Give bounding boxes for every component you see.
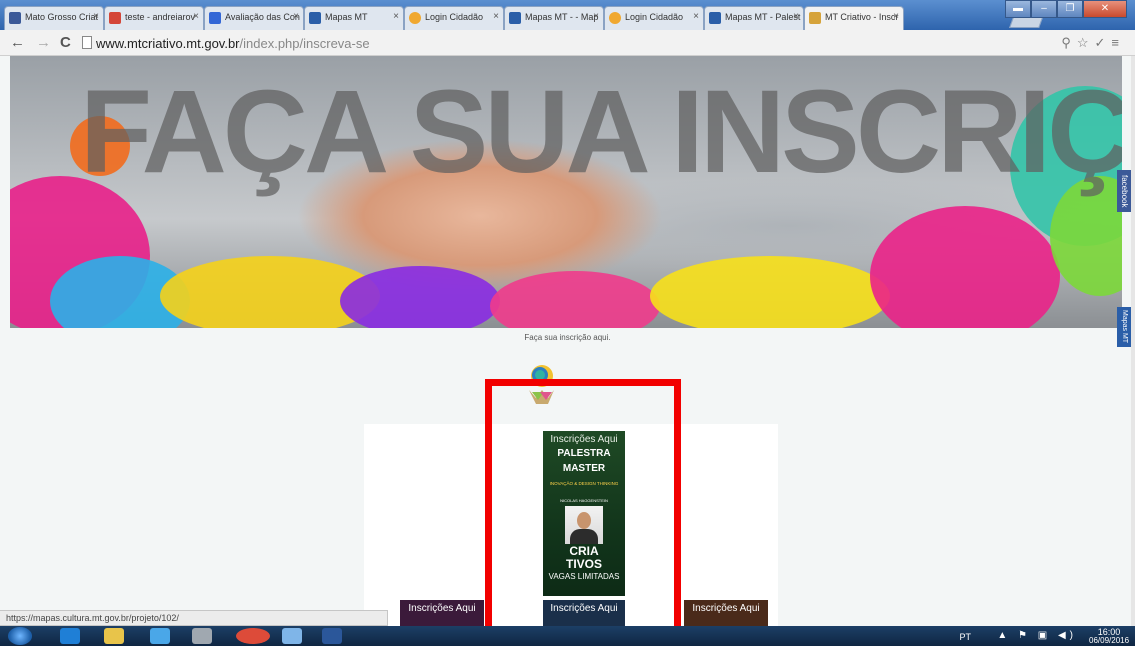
tab-gmail[interactable]: teste - andreiarov ×: [104, 6, 204, 30]
gmail-icon: [109, 12, 121, 24]
tab-title: teste - andreiarov: [125, 12, 196, 22]
card-label: Inscrições Aqui: [692, 603, 760, 614]
browser-tab-bar: Mato Grosso Criat × teste - andreiarov ×…: [0, 0, 1135, 30]
close-icon[interactable]: ×: [893, 11, 899, 22]
tray-icons[interactable]: ▲ ⚑ ▣ ◀): [997, 630, 1077, 641]
hero-banner: FAÇA SUA INSCRIÇÃO: [10, 56, 1122, 328]
tab-title: MT Criativo - Inscr: [825, 12, 899, 22]
close-icon[interactable]: ×: [693, 11, 699, 22]
tab-mapas-mt-map[interactable]: Mapas MT - - Map ×: [504, 6, 604, 30]
paint-splash: [490, 271, 660, 328]
restore-button[interactable]: ❐: [1057, 0, 1083, 18]
paint-splash: [650, 256, 890, 328]
back-button[interactable]: ←: [10, 34, 25, 51]
close-icon[interactable]: ×: [193, 11, 199, 22]
windows-taskbar: PT ▲ ⚑ ▣ ◀) 16:00 06/09/2016: [0, 626, 1135, 646]
mapas-icon: [709, 12, 721, 24]
file-explorer-icon[interactable]: [104, 628, 124, 644]
window-controls: ▬ – ❐ ✕: [1005, 0, 1127, 20]
tab-mapas-mt-palestra[interactable]: Mapas MT - Palest ×: [704, 6, 804, 30]
tab-mato-grosso-criativo[interactable]: Mato Grosso Criat ×: [4, 6, 104, 30]
mapas-icon: [509, 12, 521, 24]
highlight-box: [485, 379, 681, 646]
tab-title: Mapas MT - - Map: [525, 12, 599, 22]
tab-login-cidadao-2[interactable]: Login Cidadão ×: [604, 6, 704, 30]
card-label: Inscrições Aqui: [408, 603, 476, 614]
tab-mt-criativo-active[interactable]: MT Criativo - Inscr ×: [804, 6, 904, 30]
url-path: /index.php/inscreva-se: [239, 36, 370, 51]
close-icon[interactable]: ×: [393, 11, 399, 22]
tab-title: Login Cidadão: [625, 12, 684, 22]
clock-date[interactable]: 06/09/2016: [1089, 636, 1129, 645]
reload-button[interactable]: C: [60, 34, 71, 51]
tab-title: Mapas MT: [325, 12, 368, 22]
mt-criativo-icon: [809, 12, 821, 24]
status-bar-url: https://mapas.cultura.mt.gov.br/projeto/…: [0, 610, 388, 626]
inscricoes-card-3[interactable]: Inscrições Aqui: [684, 600, 768, 626]
minimize-button[interactable]: –: [1031, 0, 1057, 18]
close-icon[interactable]: ×: [593, 11, 599, 22]
page-icon: [82, 36, 92, 49]
browser-toolbar: ← → C www.mtcriativo.mt.gov.br/index.php…: [0, 30, 1135, 56]
start-button[interactable]: [8, 627, 32, 645]
facebook-icon: [9, 12, 21, 24]
chrome-icon[interactable]: [236, 628, 270, 644]
close-icon[interactable]: ×: [793, 11, 799, 22]
paint-splash: [870, 206, 1060, 328]
paint-splash: [340, 266, 500, 328]
internet-explorer-icon[interactable]: [60, 628, 80, 644]
forms-icon: [209, 12, 221, 24]
forward-button[interactable]: →: [36, 34, 51, 51]
paint-icon[interactable]: [282, 628, 302, 644]
close-icon[interactable]: ×: [493, 11, 499, 22]
tab-title: Mapas MT - Palest: [725, 12, 801, 22]
language-indicator[interactable]: PT: [959, 632, 971, 642]
tab-title: Login Cidadão: [425, 12, 484, 22]
page-caption: Faça sua inscrição aqui.: [524, 333, 611, 342]
banner-title: FAÇA SUA INSCRIÇÃO: [80, 66, 1122, 198]
tab-mapas-mt[interactable]: Mapas MT ×: [304, 6, 404, 30]
user-icon[interactable]: ▬: [1005, 0, 1031, 18]
mapas-icon: [309, 12, 321, 24]
close-icon[interactable]: ×: [293, 11, 299, 22]
media-player-icon[interactable]: [150, 628, 170, 644]
url-host: www.mtcriativo.mt.gov.br: [96, 36, 240, 51]
tab-forms[interactable]: Avaliação das Con ×: [204, 6, 304, 30]
tab-login-cidadao[interactable]: Login Cidadão ×: [404, 6, 504, 30]
toolbar-icons[interactable]: ⚲☆✓≡: [1061, 35, 1125, 51]
system-tray: PT ▲ ⚑ ▣ ◀) 16:00 06/09/2016: [929, 627, 1129, 646]
login-icon: [609, 12, 621, 24]
login-icon: [409, 12, 421, 24]
tab-title: Mato Grosso Criat: [25, 12, 99, 22]
close-window-button[interactable]: ✕: [1083, 0, 1127, 18]
calculator-icon[interactable]: [192, 628, 212, 644]
tab-title: Avaliação das Con: [225, 12, 300, 22]
inscricoes-card-1[interactable]: Inscrições Aqui: [400, 600, 484, 626]
address-bar[interactable]: www.mtcriativo.mt.gov.br/index.php/inscr…: [96, 36, 370, 51]
word-icon[interactable]: [322, 628, 342, 644]
close-icon[interactable]: ×: [93, 11, 99, 22]
facebook-side-tab[interactable]: facebook: [1117, 170, 1131, 212]
